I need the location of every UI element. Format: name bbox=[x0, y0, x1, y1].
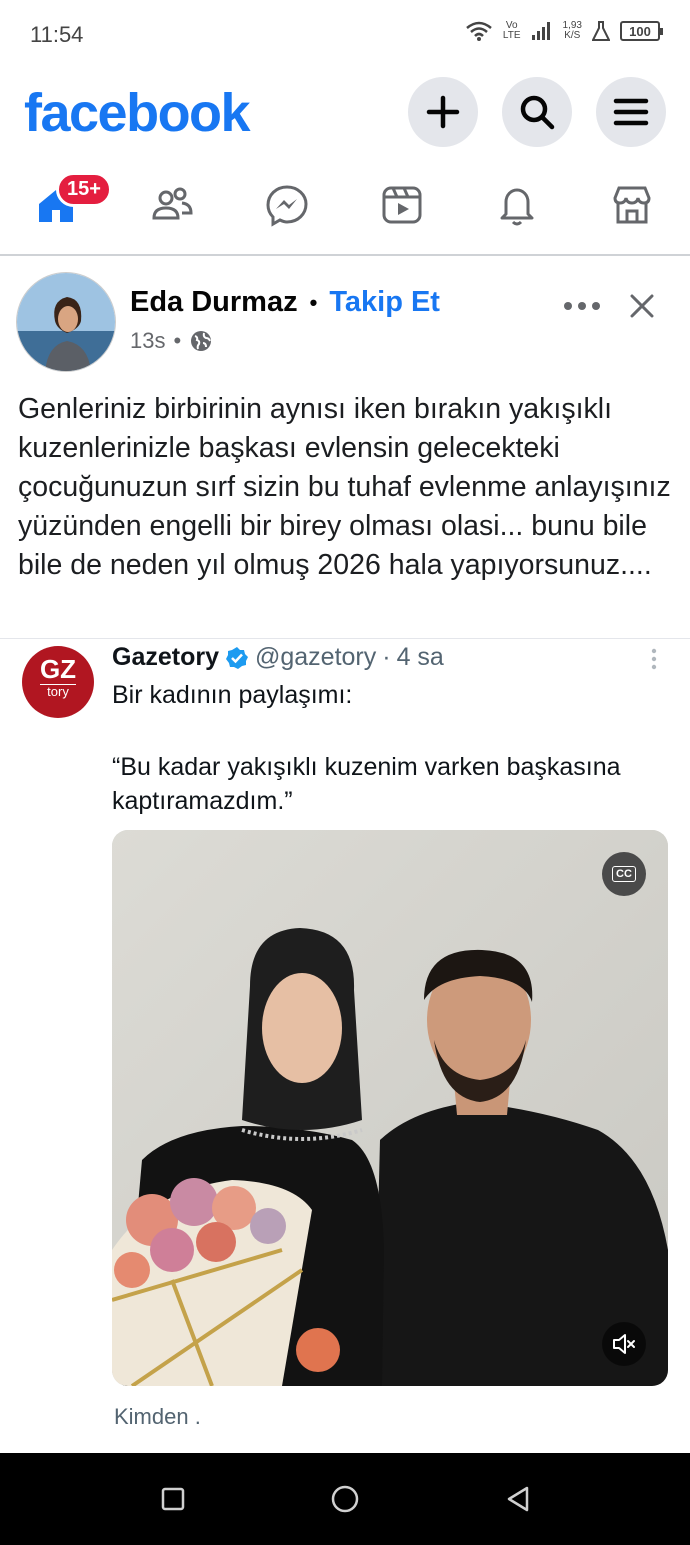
tweet-time: 4 sa bbox=[396, 643, 444, 671]
recents-button[interactable] bbox=[155, 1481, 191, 1517]
tweet-dot: · bbox=[382, 643, 391, 671]
author-name[interactable]: Eda Durmaz bbox=[130, 286, 298, 319]
more-horizontal-icon bbox=[564, 302, 600, 310]
post-author-row: Eda Durmaz • Takip Et bbox=[130, 286, 440, 319]
tab-friends[interactable] bbox=[144, 180, 200, 230]
android-nav-bar bbox=[0, 1453, 690, 1545]
back-triangle-icon bbox=[507, 1486, 529, 1512]
source-label: Kimden . bbox=[114, 1404, 201, 1429]
facebook-logo[interactable]: facebook bbox=[24, 82, 251, 144]
close-icon bbox=[630, 294, 654, 318]
globe-icon bbox=[191, 331, 212, 351]
tab-messenger[interactable] bbox=[259, 180, 315, 230]
status-time: 11:54 bbox=[30, 22, 84, 47]
battery-indicator: 100 bbox=[620, 21, 663, 41]
follow-button[interactable]: Takip Et bbox=[329, 286, 440, 319]
gazetory-logo[interactable]: GZ tory bbox=[22, 646, 94, 718]
tweet-author-name: Gazetory bbox=[112, 643, 219, 671]
tab-notifications[interactable] bbox=[489, 180, 545, 230]
marketplace-icon bbox=[613, 186, 651, 224]
tweet-header: Gazetory @gazetory · 4 sa bbox=[112, 643, 444, 672]
gazetory-logo-sub: tory bbox=[40, 684, 76, 699]
home-circle-icon bbox=[331, 1485, 359, 1513]
verified-badge-icon bbox=[225, 646, 248, 669]
back-button[interactable] bbox=[500, 1481, 536, 1517]
meta-separator: • bbox=[173, 328, 182, 353]
status-bar: 11:54 Vo LTE 1,93 K/S 100 bbox=[0, 0, 690, 70]
tweet-intro: Bir kadının paylaşımı: bbox=[112, 681, 353, 709]
tab-video[interactable] bbox=[374, 180, 430, 230]
search-icon bbox=[520, 95, 555, 130]
author-avatar[interactable] bbox=[16, 272, 116, 372]
captions-label: CC bbox=[612, 866, 636, 882]
menu-icon bbox=[613, 98, 649, 126]
avatar-photo bbox=[17, 273, 115, 371]
create-button[interactable] bbox=[408, 77, 478, 147]
post-text: Genleriniz birbirinin aynısı iken bırakı… bbox=[18, 393, 671, 581]
tweet-handle: @gazetory bbox=[254, 643, 377, 671]
video-frame bbox=[112, 830, 668, 1386]
post-options-button[interactable] bbox=[560, 288, 604, 324]
mute-button[interactable] bbox=[602, 1322, 646, 1366]
signal-icon bbox=[531, 22, 550, 40]
header-divider bbox=[0, 254, 690, 256]
tab-marketplace[interactable] bbox=[604, 180, 660, 230]
volume-muted-icon bbox=[613, 1334, 635, 1354]
more-vertical-icon bbox=[651, 648, 657, 670]
messenger-icon bbox=[266, 185, 308, 227]
status-icons: Vo LTE 1,93 K/S 100 bbox=[465, 20, 663, 42]
embed-divider bbox=[0, 638, 690, 639]
video-icon bbox=[382, 186, 422, 224]
wifi-icon bbox=[466, 21, 492, 41]
menu-button[interactable] bbox=[596, 77, 666, 147]
post-time[interactable]: 13s bbox=[130, 328, 165, 354]
search-button[interactable] bbox=[502, 77, 572, 147]
network-type: Vo LTE bbox=[502, 20, 521, 41]
author-separator: • bbox=[309, 289, 318, 315]
post-meta: 13s • bbox=[130, 328, 213, 354]
captions-button[interactable]: CC bbox=[602, 852, 646, 896]
tweet-video[interactable]: CC bbox=[112, 830, 668, 1386]
notification-badge: 15+ bbox=[56, 172, 112, 207]
tweet-quote: “Bu kadar yakışıklı kuzenim varken başka… bbox=[112, 753, 621, 815]
flask-icon bbox=[592, 21, 610, 41]
gazetory-logo-text: GZ bbox=[39, 654, 77, 684]
home-nav-button[interactable] bbox=[327, 1481, 363, 1517]
network-speed: 1,93 K/S bbox=[562, 20, 582, 41]
recents-icon bbox=[161, 1487, 185, 1511]
friends-icon bbox=[152, 187, 193, 220]
hide-post-button[interactable] bbox=[620, 284, 664, 328]
notifications-icon bbox=[500, 188, 534, 226]
plus-icon bbox=[426, 95, 460, 129]
